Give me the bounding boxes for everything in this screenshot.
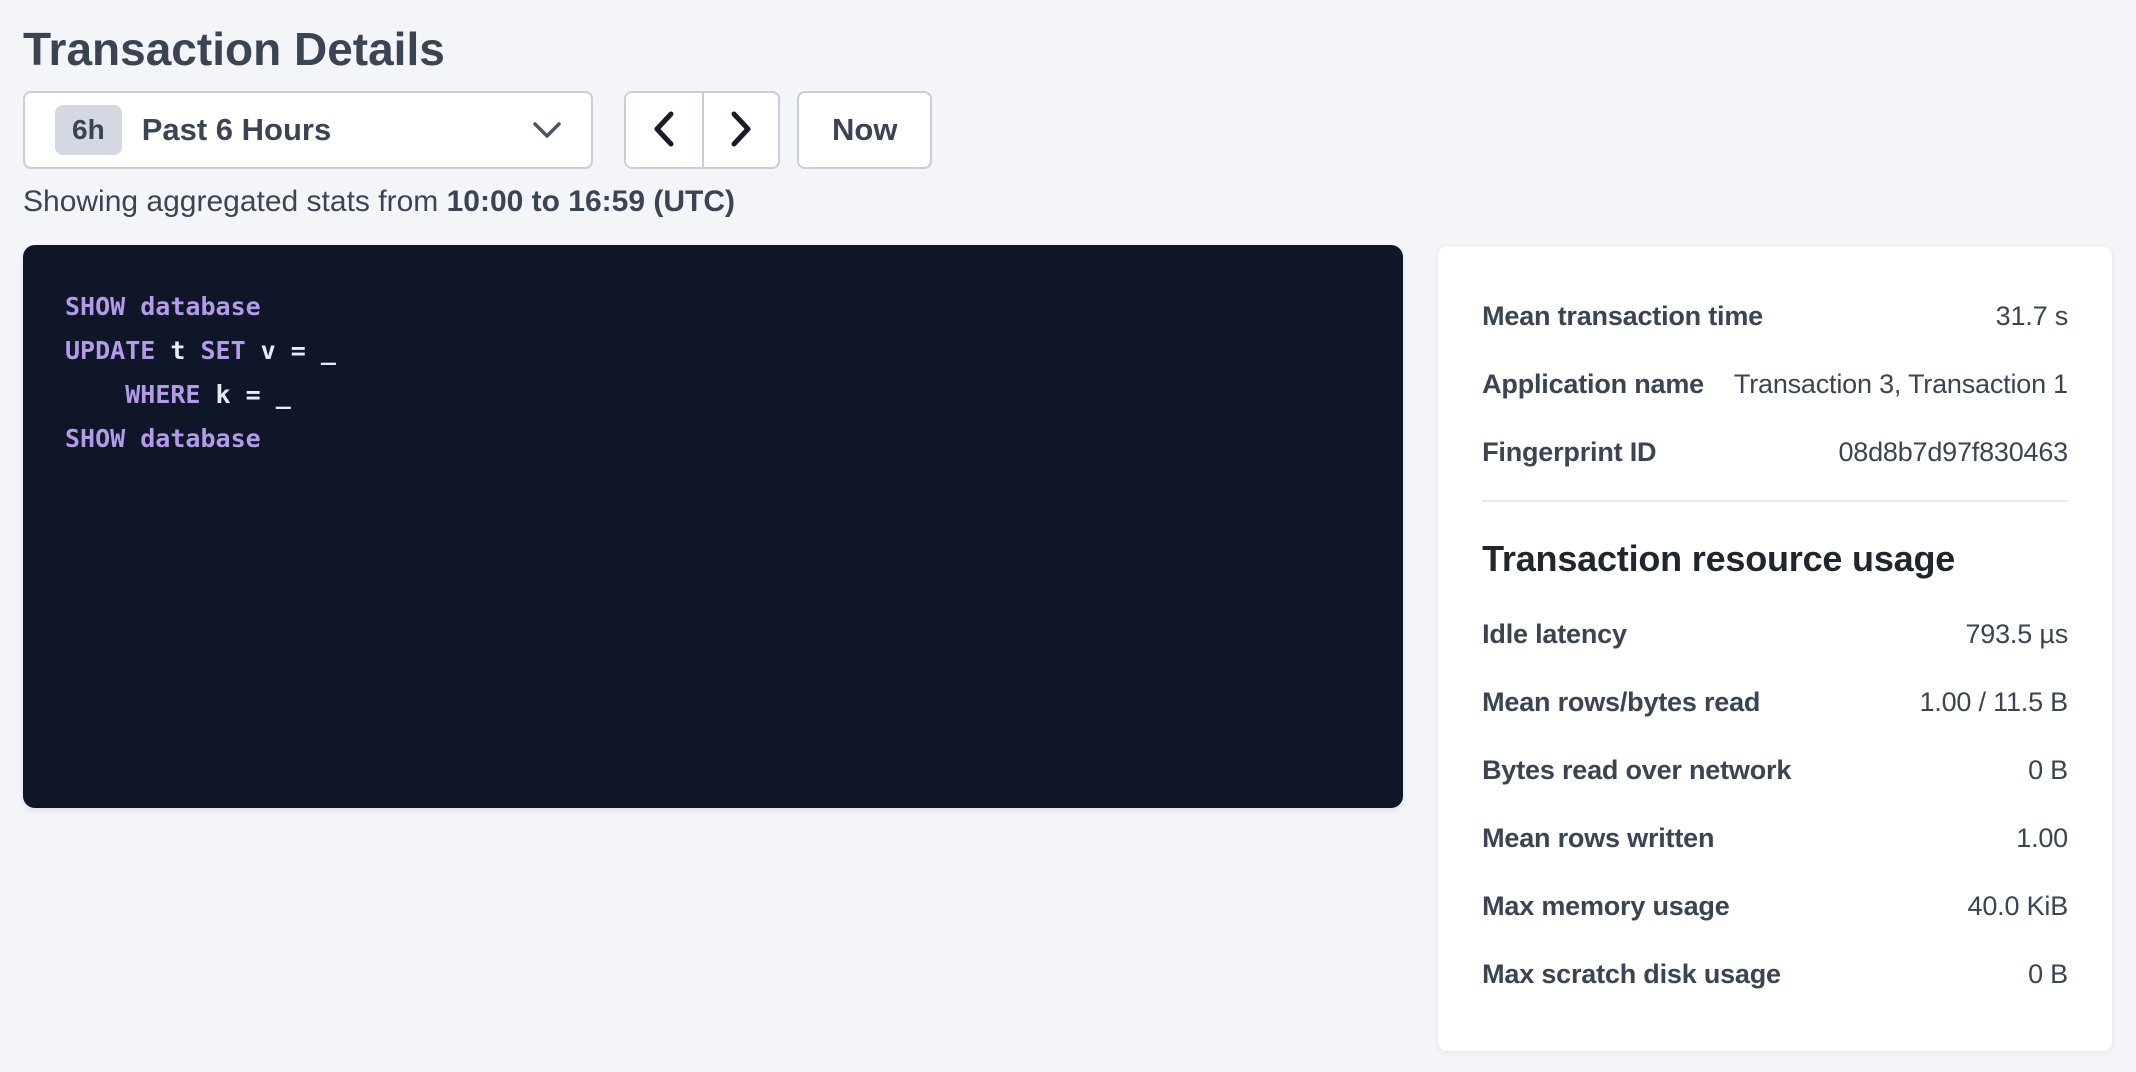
stat-value: 31.7 s xyxy=(1996,296,2068,336)
stat-label: Mean rows/bytes read xyxy=(1482,682,1760,722)
page-title: Transaction Details xyxy=(23,22,2113,76)
stat-label: Max memory usage xyxy=(1482,886,1729,926)
stat-value: 08d8b7d97f830463 xyxy=(1838,432,2068,472)
sql-code-line: UPDATE t SET v = _ xyxy=(65,329,1361,373)
resource-usage-rows: Idle latency 793.5 µs Mean rows/bytes read… xyxy=(1482,614,2068,994)
stat-row: Mean transaction time 31.7 s xyxy=(1482,296,2068,336)
stat-value: 1.00 xyxy=(2016,818,2068,858)
card-divider xyxy=(1482,500,2068,502)
chevron-down-icon xyxy=(531,120,563,140)
time-range-select[interactable]: 6h Past 6 Hours xyxy=(23,91,593,169)
resource-usage-title: Transaction resource usage xyxy=(1482,538,2068,580)
aggregation-range-prefix: Showing aggregated stats from xyxy=(23,185,447,218)
stat-label: Idle latency xyxy=(1482,614,1627,654)
transaction-details-page: Transaction Details 6h Past 6 Hours Now xyxy=(0,0,2136,1072)
details-content: SHOW databaseUPDATE t SET v = _ WHERE k … xyxy=(23,245,2113,1052)
stat-label: Mean transaction time xyxy=(1482,296,1763,336)
stat-row: Bytes read over network 0 B xyxy=(1482,750,2068,790)
stat-label: Fingerprint ID xyxy=(1482,432,1656,472)
stat-row: Mean rows/bytes read 1.00 / 11.5 B xyxy=(1482,682,2068,722)
stat-value: 0 B xyxy=(2028,750,2068,790)
stat-row: Mean rows written 1.00 xyxy=(1482,818,2068,858)
previous-interval-button[interactable] xyxy=(626,93,702,167)
sql-code-line: SHOW database xyxy=(65,285,1361,329)
time-controls: 6h Past 6 Hours Now xyxy=(23,91,2113,169)
stat-row: Max memory usage 40.0 KiB xyxy=(1482,886,2068,926)
aggregation-range-value: 10:00 to 16:59 (UTC) xyxy=(447,185,735,218)
time-range-label: Past 6 Hours xyxy=(142,112,332,148)
stat-label: Application name xyxy=(1482,364,1704,404)
sql-code: SHOW databaseUPDATE t SET v = _ WHERE k … xyxy=(65,285,1361,461)
time-step-buttons xyxy=(624,91,780,169)
stat-row: Max scratch disk usage 0 B xyxy=(1482,954,2068,994)
chevron-right-icon xyxy=(727,109,755,152)
stat-label: Mean rows written xyxy=(1482,818,1714,858)
stat-label: Max scratch disk usage xyxy=(1482,954,1781,994)
summary-rows: Mean transaction time 31.7 s Application n… xyxy=(1482,296,2068,472)
aggregation-range-text: Showing aggregated stats from 10:00 to 1… xyxy=(23,182,2113,222)
stat-value: Transaction 3, Transaction 1 xyxy=(1734,364,2068,404)
sql-code-line: SHOW database xyxy=(65,417,1361,461)
time-range-badge: 6h xyxy=(55,105,122,155)
stat-label: Bytes read over network xyxy=(1482,750,1791,790)
stat-value: 793.5 µs xyxy=(1965,614,2068,654)
stat-value: 40.0 KiB xyxy=(1968,886,2068,926)
next-interval-button[interactable] xyxy=(702,93,778,167)
now-button[interactable]: Now xyxy=(797,91,932,169)
stat-row: Fingerprint ID 08d8b7d97f830463 xyxy=(1482,432,2068,472)
stat-row: Idle latency 793.5 µs xyxy=(1482,614,2068,654)
stat-value: 0 B xyxy=(2028,954,2068,994)
chevron-left-icon xyxy=(650,109,678,152)
sql-statements-box: SHOW databaseUPDATE t SET v = _ WHERE k … xyxy=(23,245,1403,808)
summary-card: Mean transaction time 31.7 s Application n… xyxy=(1437,245,2113,1052)
stat-row: Application name Transaction 3, Transacti… xyxy=(1482,364,2068,404)
stat-value: 1.00 / 11.5 B xyxy=(1919,682,2068,722)
sql-code-line: WHERE k = _ xyxy=(65,373,1361,417)
